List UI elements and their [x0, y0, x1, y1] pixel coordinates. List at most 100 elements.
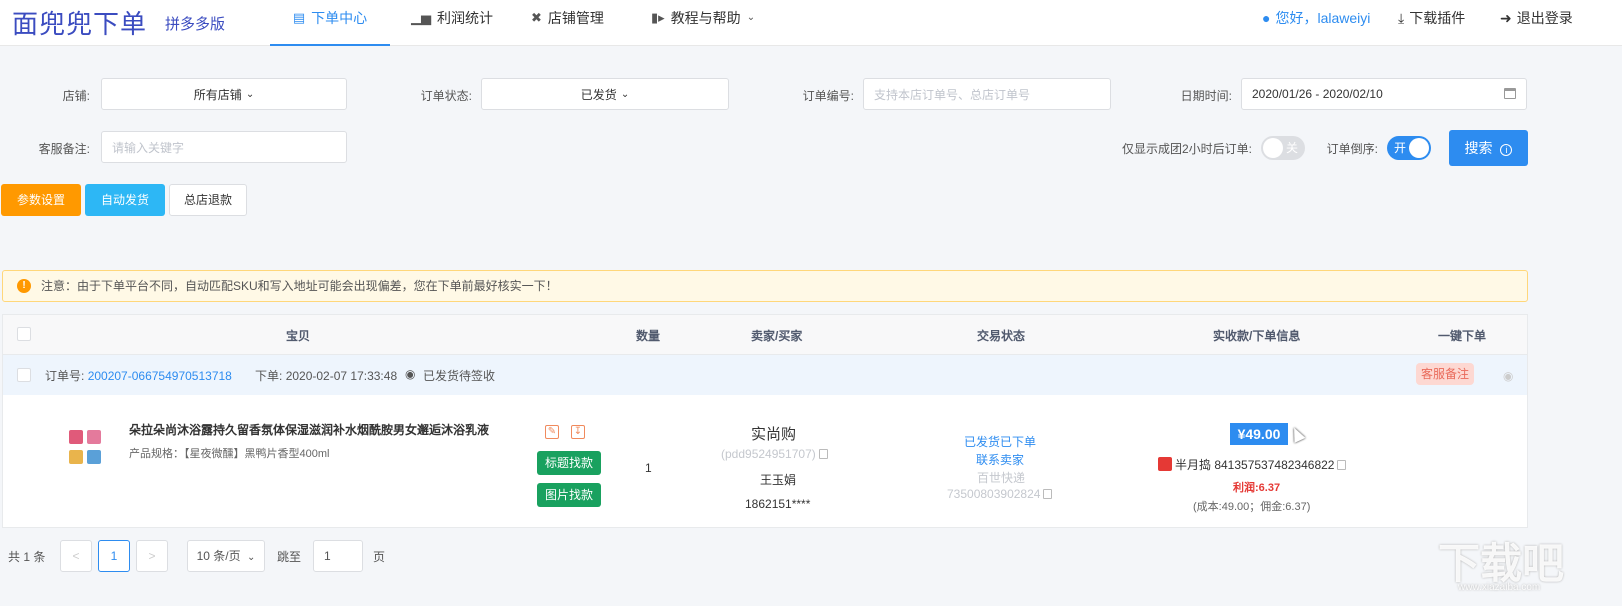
col-one-click-order: 一键下单: [1438, 329, 1487, 343]
date-range-value: 2020/01/26 - 2020/02/10: [1252, 87, 1383, 101]
orders-table: 宝贝 数量 卖家/买家 交易状态 实收款/下单信息 一键下单 订单号: 2002…: [2, 314, 1528, 528]
price-value[interactable]: ¥49.00: [1230, 423, 1288, 445]
order-no-input[interactable]: 支持本店订单号、总店订单号: [863, 78, 1111, 110]
mouse-cursor-icon: [1288, 425, 1306, 443]
col-trade-status: 交易状态: [977, 329, 1026, 343]
platform-order: 半月捣 841357537482346822: [1158, 456, 1347, 473]
order-status-label: 订单状态:: [420, 89, 472, 103]
ship-status: 已发货待签收: [423, 369, 496, 383]
nav-order-center[interactable]: ▤ 下单中心: [270, 0, 390, 46]
trade-status-link[interactable]: 已发货已下单: [964, 433, 1036, 450]
chevron-down-icon: ⌄: [746, 12, 756, 23]
page-size-select[interactable]: 10 条/页 ⌄: [187, 540, 265, 572]
order-no-label: 订单编号:: [802, 89, 854, 103]
contact-seller-link[interactable]: 联系卖家: [976, 451, 1024, 468]
service-note-tag[interactable]: 客服备注: [1416, 363, 1474, 385]
order-time-value: 2020-02-07 17:33:48: [285, 369, 398, 383]
order-no-link[interactable]: 200207-066754970513718: [88, 369, 232, 383]
only-2h-toggle[interactable]: 关: [1261, 136, 1305, 160]
nav-label: 店铺管理: [547, 10, 604, 26]
page-unit-label: 页: [373, 550, 386, 564]
logout-icon: ➜: [1500, 10, 1512, 26]
chevron-down-icon: ⌄: [246, 552, 256, 563]
shop-label: 店铺:: [62, 89, 90, 103]
download-label: 下载插件: [1409, 10, 1466, 26]
video-icon: ▮▸: [651, 10, 665, 25]
download-icon[interactable]: ↧: [571, 425, 585, 439]
download-plugin-link[interactable]: ⤓ 下载插件: [1398, 0, 1465, 36]
nav-label: 教程与帮助: [670, 10, 741, 26]
copy-icon[interactable]: [1337, 460, 1347, 470]
toggle-knob: [1409, 138, 1429, 158]
calendar-icon: [1504, 88, 1516, 99]
toggle-text: 关: [1285, 141, 1298, 155]
quantity-value: 1: [645, 461, 652, 475]
col-product: 宝贝: [286, 329, 311, 343]
tools-icon: ✖: [531, 10, 542, 25]
edit-icon[interactable]: ✎: [545, 425, 559, 439]
toggle-text: 开: [1394, 141, 1407, 155]
top-navbar: 面兜兜下单 拼多多版 ▤ 下单中心 ▁▅ 利润统计 ✖ 店铺管理 ▮▸ 教程与帮…: [0, 0, 1622, 46]
remark-input[interactable]: 请输入关键字: [101, 131, 347, 163]
nav-profit-stats[interactable]: ▁▅ 利润统计: [411, 0, 493, 46]
location-pin-icon: ◉: [405, 367, 416, 381]
search-button-label: 搜索: [1464, 140, 1493, 156]
nav-shop-manage[interactable]: ✖ 店铺管理: [531, 0, 604, 46]
document-icon: ▤: [292, 10, 306, 25]
copy-icon[interactable]: [818, 449, 828, 459]
product-spec: 产品规格：【星夜微醺】黑鸭片香型400ml: [129, 448, 330, 460]
col-payment: 实收款/下单信息: [1213, 329, 1301, 343]
total-count: 共 1 条: [8, 550, 46, 564]
col-seller-buyer: 卖家/买家: [751, 329, 803, 343]
remark-placeholder: 请输入关键字: [112, 140, 185, 155]
platform-order-value: 半月捣 841357537482346822: [1175, 458, 1335, 472]
info-icon: i: [1500, 144, 1513, 156]
page-size-value: 10 条/页: [196, 549, 241, 563]
search-button[interactable]: 搜索 i: [1449, 130, 1528, 166]
auto-ship-button[interactable]: 自动发货: [85, 184, 165, 216]
chevron-down-icon: ⌄: [620, 88, 630, 100]
order-status-select[interactable]: 已发货 ⌄: [481, 78, 729, 110]
watermark-url: www.xiazaiba.com: [1458, 582, 1541, 593]
order-checkbox[interactable]: [17, 368, 31, 382]
copy-icon[interactable]: [1043, 489, 1053, 499]
user-greeting[interactable]: ● 您好，lalaweiyi: [1262, 0, 1370, 36]
product-title[interactable]: 朵拉朵尚沐浴露持久留香氛体保湿滋润补水烟酰胺男女邂逅沐浴乳液: [129, 421, 489, 438]
order-time: 下单: 2020-02-07 17:33:48: [255, 367, 397, 384]
params-settings-button[interactable]: 参数设置: [1, 184, 81, 216]
select-all-checkbox[interactable]: [17, 327, 31, 341]
eye-icon[interactable]: ◉: [1503, 369, 1513, 383]
date-label: 日期时间:: [1180, 89, 1232, 103]
seller-id: (pdd9524951707): [721, 447, 828, 461]
bar-chart-icon: ▁▅: [411, 10, 431, 25]
refund-button[interactable]: 总店退款: [169, 184, 247, 216]
logout-link[interactable]: ➜ 退出登录: [1500, 0, 1573, 36]
order-number: 订单号: 200207-066754970513718: [45, 367, 232, 384]
goto-page-input[interactable]: 1: [313, 540, 363, 572]
shop-icon: [1158, 457, 1172, 471]
product-thumbnail[interactable]: [69, 430, 105, 470]
notice-banner: ! 注意：由于下单平台不同，自动匹配SKU和写入地址可能会出现偏差，您在下单前最…: [2, 270, 1528, 302]
order-no-placeholder: 支持本店订单号、总店订单号: [874, 87, 1031, 102]
reverse-toggle[interactable]: 开: [1387, 136, 1431, 160]
shop-select[interactable]: 所有店铺 ⌄: [101, 78, 347, 110]
date-range-picker[interactable]: 2020/01/26 - 2020/02/10: [1241, 78, 1527, 110]
goto-label: 跳至: [277, 550, 302, 564]
logo: 面兜兜下单: [12, 10, 148, 40]
nav-tutorial-help[interactable]: ▮▸ 教程与帮助 ⌄: [651, 0, 761, 46]
user-icon: ●: [1262, 10, 1271, 26]
buyer-phone: 1862151****: [745, 497, 811, 511]
remark-label: 客服备注:: [38, 142, 90, 156]
only-2h-label: 仅显示成团2小时后订单:: [1121, 142, 1252, 156]
image-find-button[interactable]: 图片找款: [537, 483, 601, 507]
shop-select-value: 所有店铺: [193, 87, 242, 102]
title-find-button[interactable]: 标题找款: [537, 451, 601, 475]
prev-page-button[interactable]: <: [60, 540, 92, 572]
toggle-knob: [1263, 138, 1283, 158]
next-page-button[interactable]: >: [136, 540, 168, 572]
page-1-button[interactable]: 1: [98, 540, 130, 572]
logo-subtitle: 拼多多版: [165, 16, 226, 33]
nav-label: 下单中心: [311, 10, 368, 26]
order-status-value: 已发货: [580, 87, 617, 102]
express-company: 百世快递: [977, 471, 1026, 485]
